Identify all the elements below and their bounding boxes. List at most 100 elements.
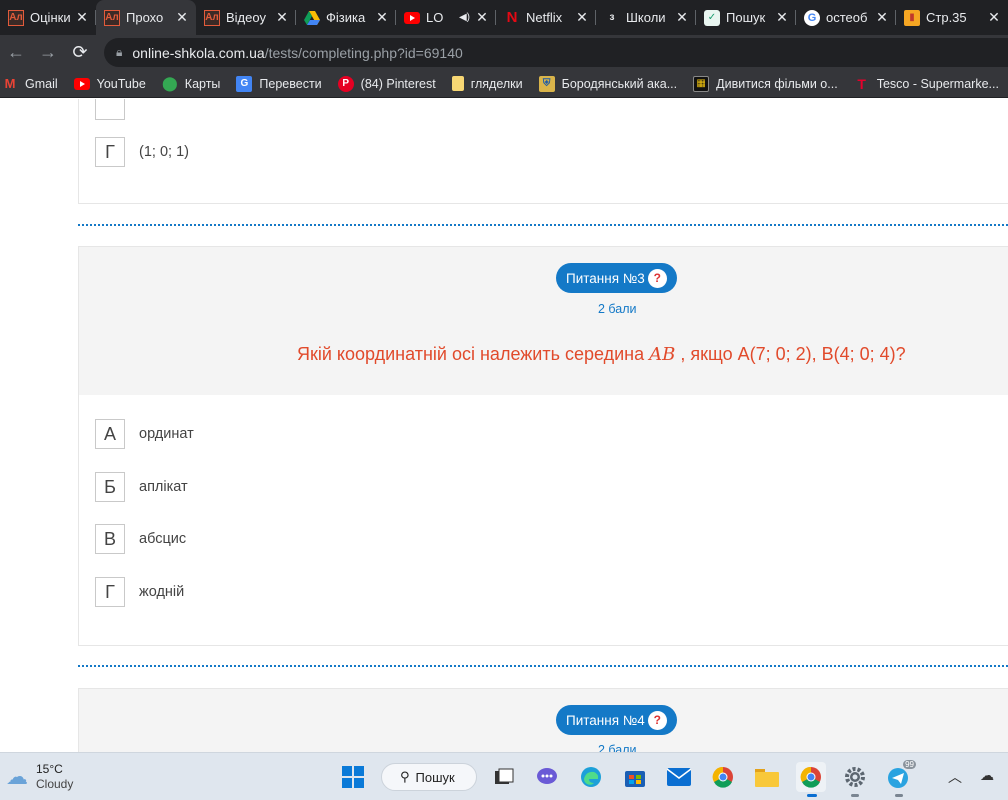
question-text: Якій координатній осі належить середина … [297,344,906,365]
store-icon [625,771,645,787]
crest-icon: ⛨ [538,75,555,92]
tab-shkoly[interactable]: з Школи ✕ [596,0,696,35]
question-points: 2 бали [598,743,637,752]
shkola-icon: з [609,12,615,23]
netflix-icon: N [506,9,518,26]
answer-option-g[interactable]: Г (1; 0; 1) [95,137,189,167]
tab-netflix[interactable]: N Netflix ✕ [496,0,596,35]
telegram-button[interactable]: 99 [884,760,916,792]
answer-letter [95,99,125,120]
url-host: online-shkola.com.ua [132,44,265,61]
reload-icon[interactable]: ⟳ [64,38,96,68]
weather-widget[interactable]: ☁ 15°C Cloudy [6,762,73,792]
start-button[interactable] [338,762,368,792]
cloud-icon[interactable]: ☁ [980,767,994,784]
answer-letter: Б [95,472,125,502]
answer-text: аплікат [139,479,188,495]
chevron-up-icon[interactable]: ︿ [948,767,962,787]
task-view-button[interactable] [489,762,519,792]
tab-videou[interactable]: Ал Відеоу ✕ [196,0,296,35]
tab-lo[interactable]: LO ◀) ✕ [396,0,496,35]
chat-icon [537,768,557,784]
close-tab-icon[interactable]: ✕ [774,9,790,26]
question-number-badge: Питання №4 ? [556,705,677,735]
running-app-indicator [851,794,859,797]
url-path: /tests/completing.php?id=69140 [264,44,463,61]
audio-playing-icon[interactable]: ◀) [459,12,470,23]
film-icon: ▦ [693,75,710,92]
telegram-unread-badge: 99 [903,760,916,769]
close-tab-icon[interactable]: ✕ [574,9,590,26]
chat-button[interactable] [532,762,562,792]
bookmark-gmail[interactable]: M Gmail [2,76,58,92]
answer-letter: Г [95,577,125,607]
tab-osteob[interactable]: G остеоб ✕ [796,0,896,35]
question-points: 2 бали [598,302,637,316]
close-tab-icon[interactable]: ✕ [374,9,390,26]
help-icon[interactable]: ? [647,710,667,730]
question-separator [78,224,1008,226]
online-shkola-icon: Ал [204,9,220,26]
close-tab-icon[interactable]: ✕ [474,9,490,26]
question-header: Питання №3 ? 2 бали Якій координатній ос… [79,247,1008,395]
close-tab-icon[interactable]: ✕ [986,9,1002,26]
tab-fizyka[interactable]: Фізика ✕ [296,0,396,35]
maps-icon: ⬤ [161,75,178,91]
question-card-4: Питання №4 ? 2 бали [78,688,1008,752]
answer-option-v-partial[interactable] [95,99,125,120]
question-card-previous: Г (1; 0; 1) [78,99,1008,204]
bookmark-tesco[interactable]: T Tesco - Supermarke... [854,76,999,92]
store-button[interactable] [620,762,650,792]
chrome-icon [800,766,821,788]
file-explorer-button[interactable] [752,762,782,792]
tesco-icon: T [857,75,866,92]
browser-toolbar: ← → ⟳ 🔒︎ online-shkola.com.ua/tests/comp… [0,35,1008,70]
answer-letter: В [95,524,125,554]
address-bar[interactable]: 🔒︎ online-shkola.com.ua/tests/completing… [104,38,1008,67]
online-shkola-icon: Ал [104,9,120,26]
forward-arrow-icon[interactable]: → [32,38,64,68]
bookmark-pinterest[interactable]: P (84) Pinterest [337,75,436,92]
tab-ocinky[interactable]: Ал Оцінки ✕ [0,0,96,35]
edge-button[interactable] [576,762,606,792]
back-arrow-icon[interactable]: ← [0,38,32,68]
youtube-icon [73,76,90,92]
bookmark-maps[interactable]: ⬤ Карты [161,75,220,92]
folder-icon [755,769,779,787]
answer-text: абсцис [139,531,187,547]
answer-option-b[interactable]: Б аплікат [95,472,188,502]
chrome-active-button[interactable] [796,762,826,792]
answer-text: жодній [139,584,185,600]
tab-str35[interactable]: ▮ Стр.35 ✕ [896,0,1008,35]
bookmark-folder-hliadelky[interactable]: гляделки [451,76,523,91]
close-tab-icon[interactable]: ✕ [674,9,690,26]
tab-proxo[interactable]: Ал Прохо ✕ [96,0,196,35]
edge-icon [581,767,601,787]
chrome-button[interactable] [708,762,738,792]
bookmark-youtube[interactable]: YouTube [73,76,146,92]
bookmark-borodianskyi[interactable]: ⛨ Бородянський ака... [538,75,677,92]
close-tab-icon[interactable]: ✕ [74,9,90,26]
youtube-icon [404,10,420,26]
answer-option-a[interactable]: А ординат [95,419,194,449]
mail-button[interactable] [664,762,694,792]
close-tab-icon[interactable]: ✕ [174,9,190,26]
bookmark-films[interactable]: ▦ Дивитися фільми о... [693,75,838,92]
question-separator [78,665,1008,667]
page-content: Г (1; 0; 1) Питання №3 ? 2 бали Якій коо… [0,99,1008,752]
bookmark-translate[interactable]: G Перевести [236,75,322,92]
close-tab-icon[interactable]: ✕ [274,9,290,26]
settings-button[interactable] [840,762,870,792]
help-icon[interactable]: ? [647,268,667,288]
task-view-icon [495,768,514,784]
answer-option-v[interactable]: В абсцис [95,524,186,554]
gear-icon [845,767,865,787]
taskbar-search[interactable]: ⚲ Пошук [381,763,477,791]
close-tab-icon[interactable]: ✕ [874,9,890,26]
tab-poshuk[interactable]: ✓ Пошук ✕ [696,0,796,35]
tab-strip: Ал Оцінки ✕ Ал Прохо ✕ Ал Відеоу ✕ Фізик… [0,0,1008,35]
lock-icon[interactable]: 🔒︎ [116,45,122,60]
question-number-badge: Питання №3 ? [556,263,677,293]
answer-option-g[interactable]: Г жодній [95,577,184,607]
question-card-3: Питання №3 ? 2 бали Якій координатній ос… [78,246,1008,646]
